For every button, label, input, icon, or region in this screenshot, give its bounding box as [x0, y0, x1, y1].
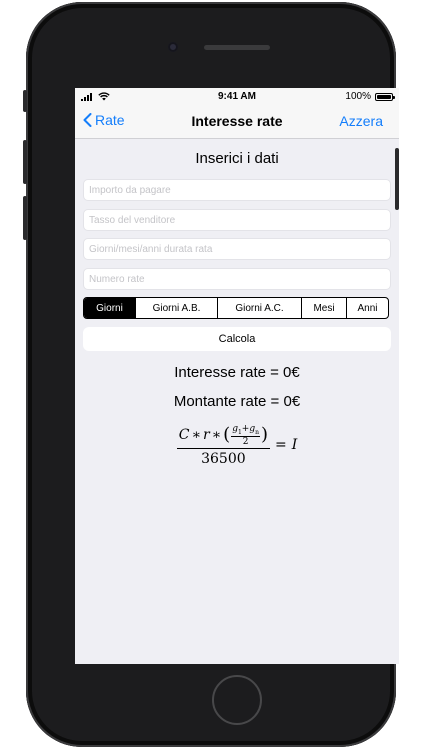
interest-formula: C ∗ r ∗ ( g1+gn 2 ) 36500 = I	[75, 424, 399, 467]
segment-mesi[interactable]: Mesi	[302, 298, 347, 318]
formula-denominator: 36500	[176, 447, 271, 467]
installments-input[interactable]	[83, 268, 391, 290]
amount-result: Montante rate = 0€	[173, 393, 301, 410]
calculate-button[interactable]: Calcola	[83, 327, 391, 351]
status-right: 100%	[345, 91, 395, 102]
interest-result: Interesse rate = 0€	[174, 364, 300, 381]
formula-rate: r	[202, 427, 210, 444]
formula-equals: =	[275, 437, 287, 454]
power-button	[395, 148, 399, 210]
formula-average: g1+gn 2	[231, 424, 260, 447]
home-button[interactable]	[212, 675, 262, 725]
navigation-bar: Rate Interesse rate Azzera	[75, 106, 399, 139]
formula-mult-2: ∗	[211, 427, 222, 444]
status-bar: 9:41 AM 100%	[75, 88, 399, 106]
app-screen: 9:41 AM 100% Rate Interesse rate Azzera …	[75, 88, 399, 664]
formula-fraction: C ∗ r ∗ ( g1+gn 2 ) 36500	[176, 424, 271, 467]
battery-icon	[375, 92, 395, 101]
segment-giorni-ac[interactable]: Giorni A.C.	[218, 298, 302, 318]
period-segmented-control: Giorni Giorni A.B. Giorni A.C. Mesi Anni	[83, 297, 389, 319]
segment-giorni-ab[interactable]: Giorni A.B.	[136, 298, 218, 318]
formula-gn-sub: n	[255, 428, 259, 436]
formula-open-paren: (	[223, 424, 231, 446]
form-title: Inserici i dati	[195, 150, 279, 167]
formula-capital: C	[178, 427, 190, 444]
formula-interest: I	[291, 437, 298, 454]
formula-average-denominator: 2	[231, 435, 260, 447]
segment-giorni[interactable]: Giorni	[84, 298, 136, 318]
formula-average-numerator: g1+gn	[231, 424, 260, 436]
formula-close-paren: )	[260, 424, 269, 446]
duration-input[interactable]	[83, 238, 391, 260]
front-camera	[168, 42, 178, 52]
amount-input[interactable]	[83, 179, 391, 201]
volume-down-button	[23, 196, 27, 240]
volume-up-button	[23, 140, 27, 184]
reset-button[interactable]: Azzera	[339, 113, 383, 129]
mute-switch	[23, 90, 27, 112]
segment-anni[interactable]: Anni	[347, 298, 388, 318]
seller-rate-input[interactable]	[83, 209, 391, 231]
battery-percentage: 100%	[345, 91, 371, 102]
formula-numerator: C ∗ r ∗ ( g1+gn 2 )	[177, 424, 270, 448]
speaker-grille	[204, 45, 270, 50]
phone-frame: 9:41 AM 100% Rate Interesse rate Azzera …	[26, 2, 399, 747]
formula-mult-1: ∗	[191, 427, 201, 444]
